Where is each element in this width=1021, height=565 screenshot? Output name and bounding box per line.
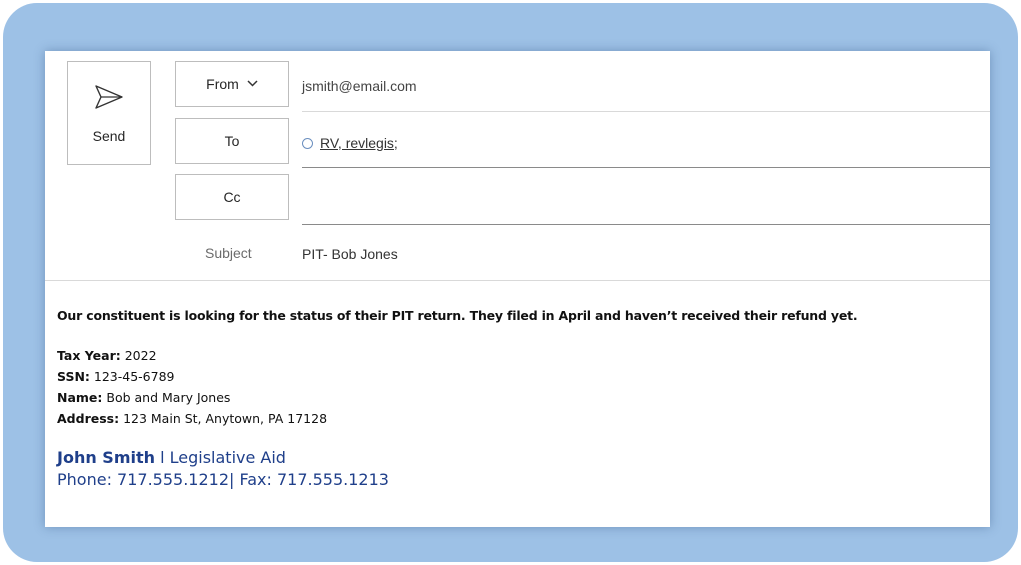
ssn-value: 123-45-6789: [89, 369, 175, 384]
recipient-name: RV, revlegis;: [320, 134, 398, 151]
circle-icon: [302, 137, 313, 149]
signature-contact: Phone: 717.555.1212| Fax: 717.555.1213: [57, 470, 389, 489]
name-line: Name: Bob and Mary Jones: [57, 387, 982, 408]
tax-year-label: Tax Year:: [57, 348, 121, 363]
name-label: Name:: [57, 390, 103, 405]
info-block: Tax Year: 2022 SSN: 123-45-6789 Name: Bo…: [57, 345, 982, 429]
signature: John Smith l Legislative Aid Phone: 717.…: [57, 447, 982, 490]
signature-line-name: John Smith l Legislative Aid: [57, 447, 982, 469]
ssn-label: SSN:: [57, 369, 90, 384]
send-label: Send: [92, 128, 126, 144]
to-button[interactable]: To: [175, 118, 289, 164]
to-field[interactable]: RV, revlegis;: [302, 118, 990, 168]
from-button[interactable]: From: [175, 61, 289, 107]
tax-year-line: Tax Year: 2022: [57, 345, 982, 366]
name-value: Bob and Mary Jones: [102, 390, 231, 405]
subject-label: Subject: [205, 245, 252, 261]
recipient-chip[interactable]: RV, revlegis;: [302, 135, 398, 151]
subject-input[interactable]: [302, 235, 990, 273]
address-value: 123 Main St, Anytown, PA 17128: [119, 411, 328, 426]
send-button[interactable]: Send: [67, 61, 151, 165]
header-divider: [45, 280, 990, 281]
send-icon: [95, 85, 123, 109]
signature-title: l Legislative Aid: [155, 448, 286, 467]
to-label: To: [224, 133, 240, 149]
address-label: Address:: [57, 411, 120, 426]
intro-text: Our constituent is looking for the statu…: [57, 308, 858, 323]
cc-label: Cc: [223, 189, 241, 205]
window-frame: Send From jsmith@email.com To RV, revleg…: [3, 3, 1018, 562]
tax-year-value: 2022: [120, 348, 157, 363]
from-label: From: [206, 76, 239, 92]
from-address: jsmith@email.com: [302, 78, 417, 94]
cc-button[interactable]: Cc: [175, 174, 289, 220]
compose-panel: Send From jsmith@email.com To RV, revleg…: [45, 51, 990, 527]
cc-field[interactable]: [302, 174, 990, 225]
chevron-down-icon: [247, 78, 258, 90]
message-body[interactable]: Our constituent is looking for the statu…: [57, 308, 982, 490]
address-line: Address: 123 Main St, Anytown, PA 17128: [57, 408, 982, 429]
signature-name: John Smith: [57, 448, 156, 467]
from-field[interactable]: jsmith@email.com: [302, 61, 990, 112]
ssn-line: SSN: 123-45-6789: [57, 366, 982, 387]
